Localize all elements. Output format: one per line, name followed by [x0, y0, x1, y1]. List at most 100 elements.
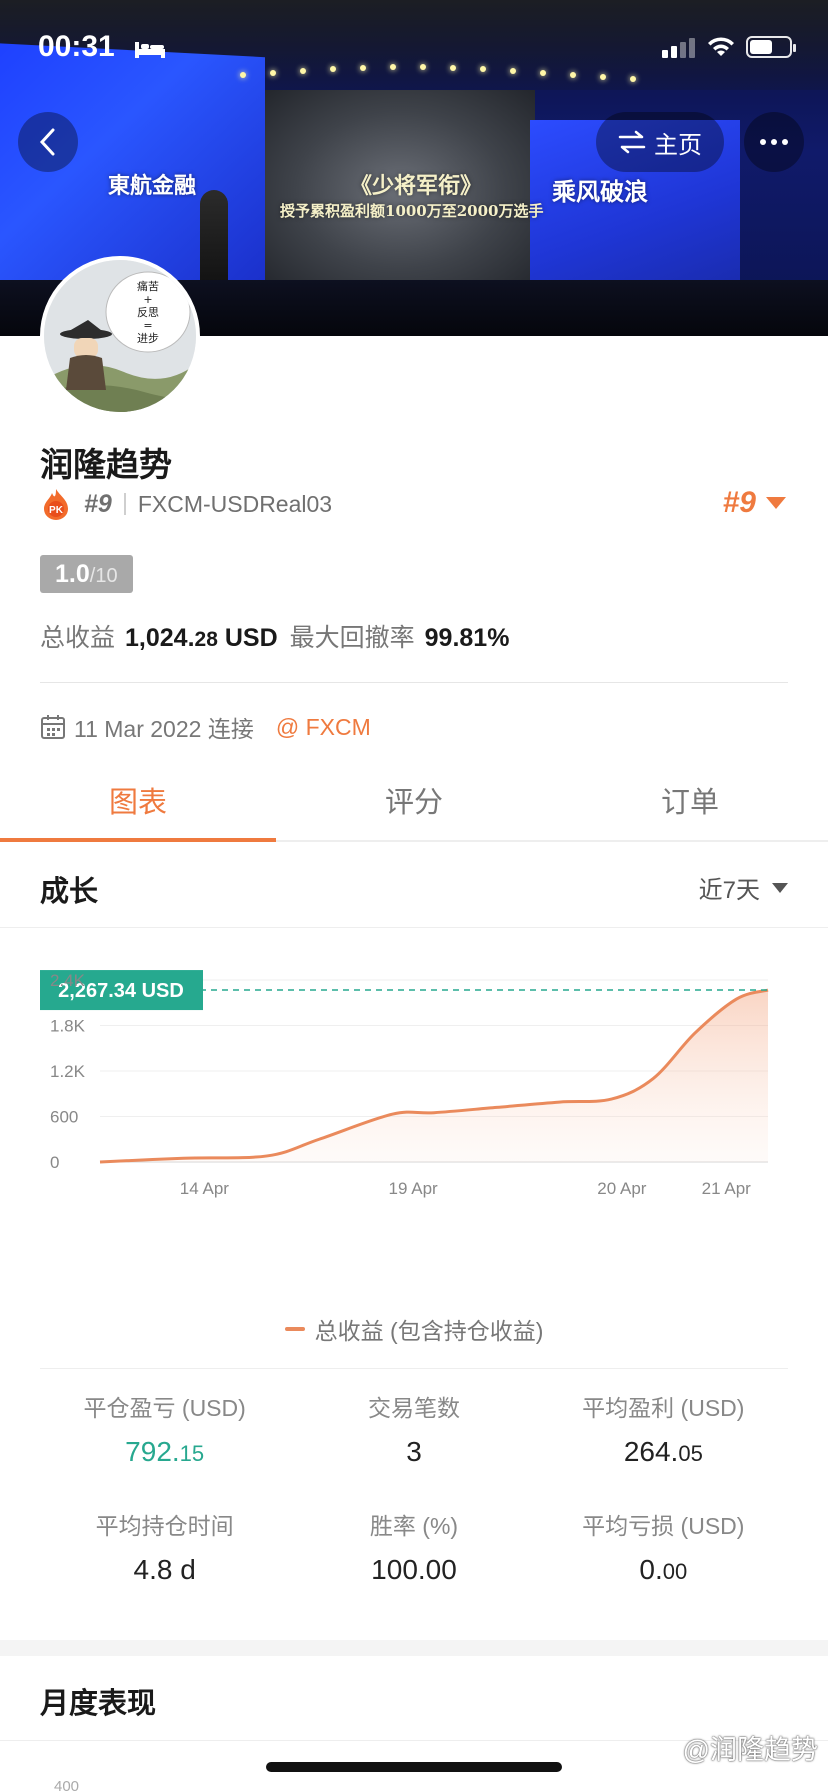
stat-avg-hold-time: 平均持仓时间 4.8 d — [40, 1508, 289, 1586]
y-tick-label: 600 — [50, 1108, 78, 1127]
total-profit-value: 1,024.28 USD — [125, 624, 278, 653]
stat-value-dec: 00 — [662, 1559, 688, 1584]
stats-grid: 平仓盈亏 (USD) 792.15 交易笔数 3 平均盈利 (USD) 264.… — [40, 1390, 788, 1586]
stat-closed-pnl: 平仓盈亏 (USD) 792.15 — [40, 1390, 289, 1468]
chart-legend: 总收益 (包含持仓收益) — [0, 1312, 828, 1346]
server-name: FXCM-USDReal03 — [137, 490, 333, 517]
stat-label: 胜率 (%) — [369, 1513, 459, 1539]
rank-number: #9 — [84, 489, 112, 518]
pk-flame-icon: PK — [44, 489, 68, 520]
growth-header: 成长 近7天 — [0, 844, 828, 928]
more-options-button[interactable] — [744, 112, 804, 172]
stat-value: 264.05 — [539, 1436, 788, 1468]
drawdown-value: 99.81% — [424, 624, 510, 652]
battery-icon — [746, 36, 796, 58]
more-dot-icon — [782, 139, 788, 145]
tab-rating[interactable]: 评分 — [276, 760, 552, 840]
divider — [40, 682, 788, 683]
back-button[interactable] — [18, 112, 78, 172]
legend-label: 总收益 (包含持仓收益) — [314, 1318, 544, 1344]
y-tick-label: 1.8K — [50, 1017, 86, 1036]
stat-value: 0.00 — [539, 1554, 788, 1586]
x-tick-label: 14 Apr — [180, 1179, 229, 1198]
avatar[interactable]: 痛苦 + 反思 = 进步 — [40, 256, 200, 416]
stat-label: 平均盈利 (USD) — [582, 1395, 745, 1421]
chevron-left-icon — [39, 128, 55, 156]
stat-value: 4.8 d — [40, 1554, 289, 1586]
stat-value-dec: 15 — [179, 1441, 205, 1466]
stat-label: 平仓盈亏 (USD) — [83, 1395, 246, 1421]
monthly-performance-title: 月度表现 — [40, 1688, 157, 1720]
section-gap — [0, 1640, 828, 1656]
connect-row: 11 Mar 2022 连接 @ FXCM — [40, 710, 371, 744]
banner-text-right: 乘风破浪 — [552, 177, 648, 206]
caret-down-icon — [766, 497, 786, 509]
cellular-signal-icon — [662, 38, 695, 58]
drawdown-label: 最大回撤率 — [289, 624, 415, 652]
stat-value: 792.15 — [40, 1436, 289, 1468]
monthly-chart-tick: 400 — [54, 1778, 80, 1792]
stat-avg-loss: 平均亏损 (USD) 0.00 — [539, 1508, 788, 1586]
avatar-cartoon-image: 痛苦 + 反思 = 进步 — [44, 260, 196, 412]
total-profit-label: 总收益 — [40, 624, 116, 652]
home-indicator[interactable] — [266, 1762, 562, 1772]
stat-value-dec: 05 — [678, 1441, 703, 1466]
divider — [123, 493, 126, 515]
profit-summary: 总收益 1,024.28 USD 最大回撤率 99.81% — [40, 618, 509, 654]
score-badge: 1.0 /10 — [40, 555, 133, 593]
rank-row: PK #9 FXCM-USDReal03 — [40, 487, 332, 521]
total-profit-dec: 28 — [194, 628, 218, 651]
svg-text:进步: 进步 — [137, 332, 159, 345]
svg-text:反思: 反思 — [137, 306, 159, 319]
trader-name: 润隆趋势 — [40, 446, 172, 483]
rank-dropdown[interactable]: #9 — [723, 486, 786, 520]
x-tick-label: 19 Apr — [389, 1179, 438, 1198]
x-tick-label: 20 Apr — [597, 1179, 646, 1198]
stat-value-int: 0. — [639, 1554, 663, 1585]
stat-value-int: 3 — [406, 1436, 422, 1467]
more-dot-icon — [771, 139, 777, 145]
stat-value: 100.00 — [289, 1554, 538, 1586]
tab-orders[interactable]: 订单 — [552, 760, 828, 840]
growth-title: 成长 — [40, 876, 99, 908]
status-time: 00:31 — [38, 30, 115, 63]
y-tick-label: 2.4K — [50, 971, 86, 990]
stat-label: 平均亏损 (USD) — [582, 1513, 745, 1539]
y-tick-label: 0 — [50, 1153, 59, 1172]
status-indicators — [662, 36, 796, 58]
total-profit-int: 1,024. — [125, 624, 195, 652]
range-selector-label: 近7天 — [698, 877, 760, 904]
calendar-icon — [41, 715, 65, 739]
stat-value-int: 100.00 — [371, 1554, 457, 1585]
stat-value-int: 792. — [125, 1436, 180, 1467]
wifi-icon — [708, 37, 734, 56]
divider — [40, 1368, 788, 1369]
growth-chart: 2,267.34 USD 0 600 1.2K 1.8K 2.4K 14 Apr 19 Ap… — [0, 930, 828, 1350]
banner-text-left: 東航金融 — [108, 173, 197, 198]
banner-text-mid-sub: 授予累积盈利额1000万至2000万选手 — [280, 202, 544, 220]
stat-label: 交易笔数 — [367, 1395, 460, 1421]
stat-avg-profit: 平均盈利 (USD) 264.05 — [539, 1390, 788, 1468]
range-selector[interactable]: 近7天 — [699, 870, 788, 905]
home-button-label: 主页 — [654, 131, 702, 159]
stat-win-rate: 胜率 (%) 100.00 — [289, 1508, 538, 1586]
tab-chart[interactable]: 图表 — [0, 760, 276, 842]
svg-text:痛苦: 痛苦 — [137, 279, 159, 293]
stat-trade-count: 交易笔数 3 — [289, 1390, 538, 1468]
y-tick-label: 1.2K — [50, 1062, 86, 1081]
stat-label: 平均持仓时间 — [95, 1513, 234, 1539]
home-button[interactable]: 主页 — [596, 112, 724, 172]
stat-value-int: 264. — [623, 1436, 679, 1467]
connect-date: 11 Mar 2022 连接 — [74, 716, 254, 742]
tab-bar: 图表 评分 订单 — [0, 760, 828, 842]
score-denominator: /10 — [89, 565, 118, 587]
growth-chart-svg: 2,267.34 USD 06001.2K1.8K2.4K14 Apr 19 Ap… — [40, 970, 769, 1198]
broker-link[interactable]: @ FXCM — [276, 714, 371, 741]
series-area — [100, 990, 768, 1162]
svg-text:PK: PK — [49, 505, 64, 516]
caret-down-icon — [772, 882, 788, 893]
svg-text:+: + — [143, 293, 152, 306]
total-profit-unit: USD — [217, 624, 278, 652]
stat-value: 3 — [289, 1436, 538, 1468]
legend-swatch — [284, 1327, 305, 1331]
